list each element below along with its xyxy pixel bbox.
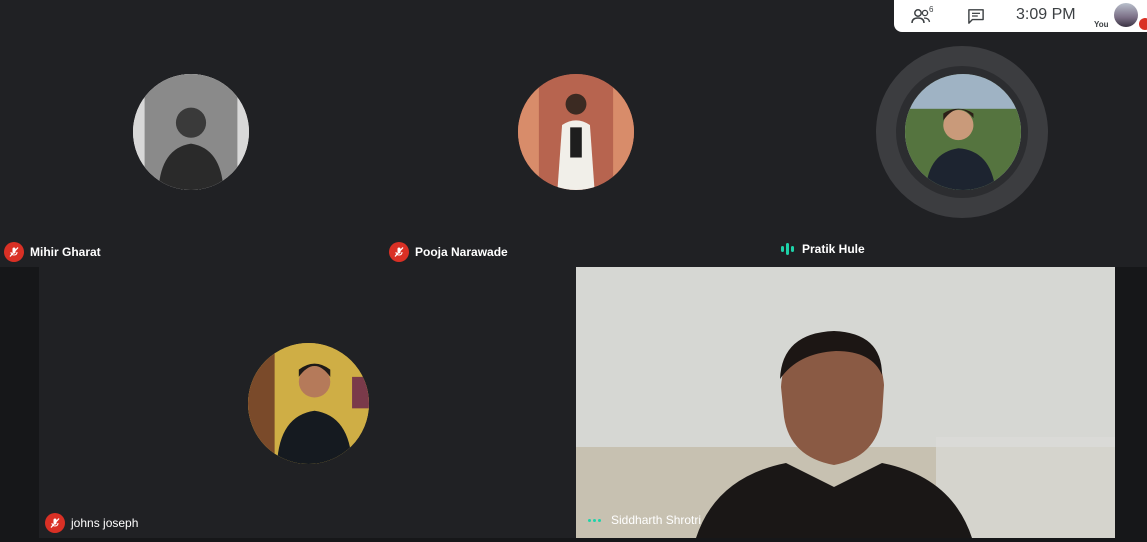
- participant-name: Mihir Gharat: [30, 245, 101, 259]
- participant-avatar: [248, 343, 369, 464]
- grid-gutter-left: [0, 267, 39, 542]
- avatar-photo-icon: [248, 343, 369, 464]
- participant-tile-siddharth[interactable]: [576, 267, 1115, 538]
- meeting-info-bar: 6 3:09 PM You: [894, 0, 1147, 32]
- more-options-icon[interactable]: [588, 518, 601, 522]
- participant-label: Pooja Narawade: [389, 242, 508, 262]
- participant-label: johns joseph: [45, 513, 138, 533]
- mic-muted-icon: [389, 242, 409, 262]
- grid-gutter-right: [1115, 267, 1147, 542]
- people-count: 6: [929, 5, 934, 14]
- participant-label: Pratik Hule: [778, 242, 865, 256]
- participant-name: johns joseph: [71, 516, 139, 530]
- participant-video-feed: [576, 267, 1115, 538]
- participant-label: Siddharth Shrotri: [588, 513, 701, 527]
- participant-avatar: [133, 74, 249, 190]
- participant-name: Pooja Narawade: [415, 245, 508, 259]
- audio-level-icon: [778, 242, 796, 256]
- self-muted-badge: [1139, 18, 1147, 30]
- meeting-clock: 3:09 PM: [1016, 6, 1076, 23]
- self-avatar[interactable]: [1114, 3, 1138, 27]
- participant-name: Pratik Hule: [802, 242, 865, 256]
- grid-gutter-bottom: [39, 538, 1115, 542]
- participant-label: Mihir Gharat: [4, 242, 101, 262]
- avatar-photo-icon: [518, 74, 634, 190]
- chat-icon[interactable]: [965, 6, 987, 26]
- self-label: You: [1094, 20, 1109, 29]
- mic-muted-icon: [45, 513, 65, 533]
- avatar-photo-icon: [905, 74, 1021, 190]
- participant-avatar: [518, 74, 634, 190]
- participant-name: Siddharth Shrotri: [611, 513, 702, 527]
- avatar-photo-icon: [133, 74, 249, 190]
- participant-avatar: [905, 74, 1021, 190]
- mic-muted-icon: [4, 242, 24, 262]
